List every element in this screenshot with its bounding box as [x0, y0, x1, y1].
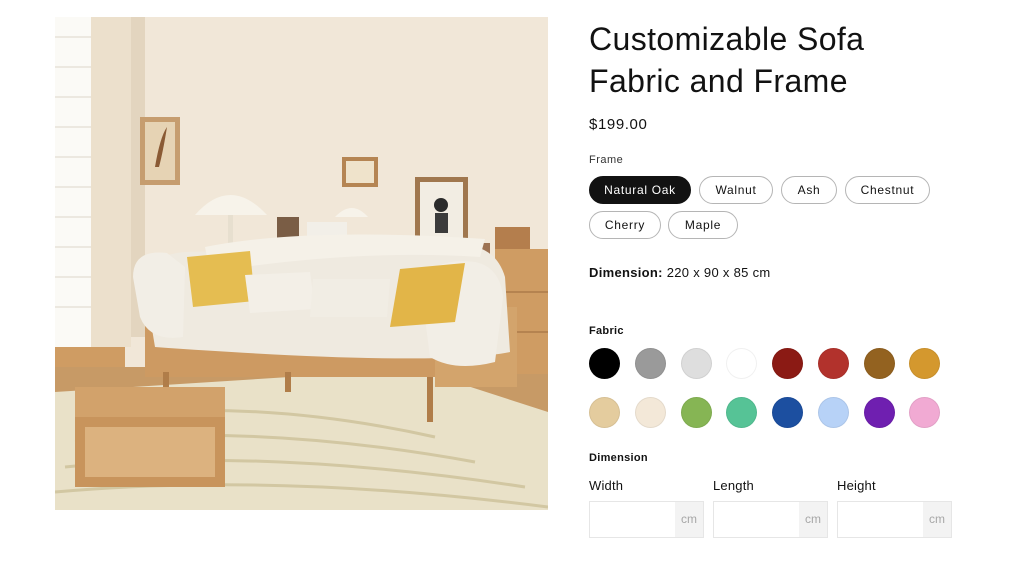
fabric-swatch[interactable] [909, 348, 940, 379]
dimension-summary-label: Dimension: [589, 265, 663, 280]
height-input[interactable] [838, 502, 923, 537]
fabric-swatch[interactable] [589, 397, 620, 428]
frame-option-maple[interactable]: Maple [668, 211, 738, 239]
length-input[interactable] [714, 502, 799, 537]
length-field: cm [713, 501, 828, 538]
product-price: $199.00 [589, 116, 648, 133]
fabric-swatch[interactable] [681, 348, 712, 379]
frame-option-natural-oak[interactable]: Natural Oak [589, 176, 691, 204]
fabric-swatch[interactable] [635, 348, 666, 379]
width-field: cm [589, 501, 704, 538]
fabric-swatch[interactable] [864, 397, 895, 428]
frame-option-chestnut[interactable]: Chestnut [845, 176, 930, 204]
fabric-swatch[interactable] [864, 348, 895, 379]
fabric-swatch[interactable] [589, 348, 620, 379]
dimension-summary-value: 220 x 90 x 85 cm [666, 265, 771, 280]
fabric-label: Fabric [589, 325, 624, 337]
fabric-swatch[interactable] [772, 348, 803, 379]
dimension-summary: Dimension: 220 x 90 x 85 cm [589, 265, 771, 280]
height-unit: cm [923, 502, 951, 537]
product-title: Customizable Sofa Fabric and Frame [589, 21, 865, 99]
fabric-swatch[interactable] [635, 397, 666, 428]
product-photo [55, 17, 548, 510]
fabric-swatch[interactable] [818, 397, 849, 428]
product-image[interactable] [55, 17, 548, 510]
fabric-swatch[interactable] [726, 397, 757, 428]
dimension-inputs-label: Dimension [589, 452, 648, 464]
fabric-swatch[interactable] [818, 348, 849, 379]
fabric-swatch[interactable] [909, 397, 940, 428]
width-label: Width [589, 478, 624, 493]
width-unit: cm [675, 502, 703, 537]
length-label: Length [713, 478, 754, 493]
fabric-swatch[interactable] [726, 348, 757, 379]
fabric-swatch[interactable] [772, 397, 803, 428]
length-unit: cm [799, 502, 827, 537]
frame-option-cherry[interactable]: Cherry [589, 211, 661, 239]
frame-option-walnut[interactable]: Walnut [699, 176, 773, 204]
width-input[interactable] [590, 502, 675, 537]
height-label: Height [837, 478, 876, 493]
frame-label: Frame [589, 154, 624, 166]
height-field: cm [837, 501, 952, 538]
frame-option-ash[interactable]: Ash [781, 176, 837, 204]
fabric-swatch[interactable] [681, 397, 712, 428]
